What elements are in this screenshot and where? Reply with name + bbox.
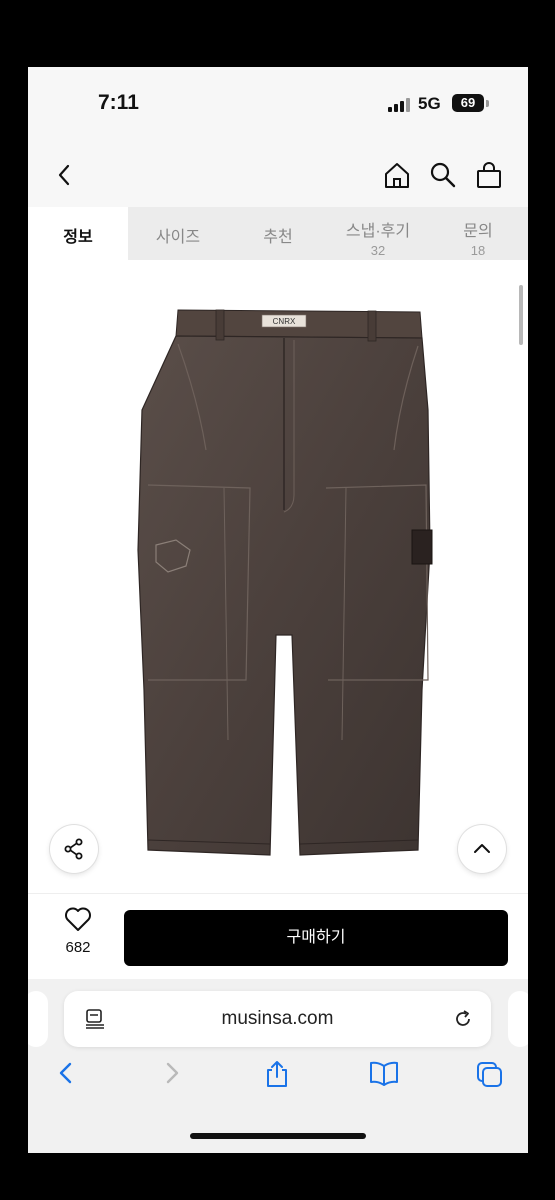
scroll-top-button[interactable]	[458, 825, 506, 873]
back-icon[interactable]	[50, 160, 80, 190]
product-image[interactable]: CNRX	[28, 260, 528, 893]
tab-label: 정보	[63, 229, 93, 246]
tab-label: 추천	[263, 229, 293, 246]
battery-tip	[486, 100, 489, 107]
tab-count: 18	[470, 243, 486, 258]
home-icon[interactable]	[382, 160, 412, 190]
reload-icon[interactable]	[452, 1008, 474, 1030]
tab-recommend[interactable]: 추천	[228, 207, 328, 260]
share-sheet-icon[interactable]	[263, 1059, 291, 1089]
forward-arrow-icon[interactable]	[158, 1059, 186, 1087]
status-time: 7:11	[98, 91, 139, 114]
search-icon[interactable]	[428, 160, 458, 190]
back-arrow-icon[interactable]	[52, 1059, 80, 1087]
address-bar[interactable]: musinsa.com	[64, 991, 491, 1047]
battery-icon: 69	[452, 94, 484, 112]
home-indicator[interactable]	[190, 1133, 366, 1139]
next-tab-edge[interactable]	[508, 991, 528, 1047]
app-header	[28, 142, 528, 207]
share-icon	[64, 838, 83, 860]
tab-snap-review[interactable]: 스냅·후기 32	[328, 207, 428, 260]
bookmarks-icon[interactable]	[368, 1059, 400, 1087]
scrollbar[interactable]	[519, 285, 523, 345]
buy-button[interactable]: 구매하기	[124, 910, 508, 966]
tab-label: 문의	[463, 223, 493, 240]
bag-icon[interactable]	[474, 160, 504, 190]
like-count: 682	[65, 939, 91, 956]
tab-size[interactable]: 사이즈	[128, 207, 228, 260]
prev-tab-edge[interactable]	[28, 991, 48, 1047]
tab-label: 스냅·후기	[345, 223, 411, 240]
tab-info[interactable]: 정보	[28, 207, 128, 260]
tabs-icon[interactable]	[474, 1059, 504, 1089]
tab-count: 32	[370, 243, 386, 258]
product-image-area: CNRX	[28, 260, 528, 893]
status-bar: 7:11 5G 69	[28, 67, 528, 142]
browser-toolbar: musinsa.com	[28, 979, 528, 1153]
like-button[interactable]: 682	[52, 906, 104, 956]
tab-inquiry[interactable]: 문의 18	[428, 207, 528, 260]
heart-icon	[65, 907, 91, 931]
phone-screen: 7:11 5G 69 정보 사이즈 추천 스냅·후기 32 문의 18 CNRX…	[28, 67, 528, 1153]
network-type: 5G	[418, 94, 441, 113]
buy-bar: 682 구매하기	[28, 893, 528, 980]
chevron-up-icon	[474, 844, 490, 853]
signal-icon	[388, 97, 410, 112]
share-button[interactable]	[50, 825, 98, 873]
url-text: musinsa.com	[221, 1008, 334, 1029]
tab-label: 사이즈	[155, 229, 201, 246]
tab-bar: 정보 사이즈 추천 스냅·후기 32 문의 18	[28, 207, 528, 260]
svg-text:CNRX: CNRX	[273, 317, 296, 326]
